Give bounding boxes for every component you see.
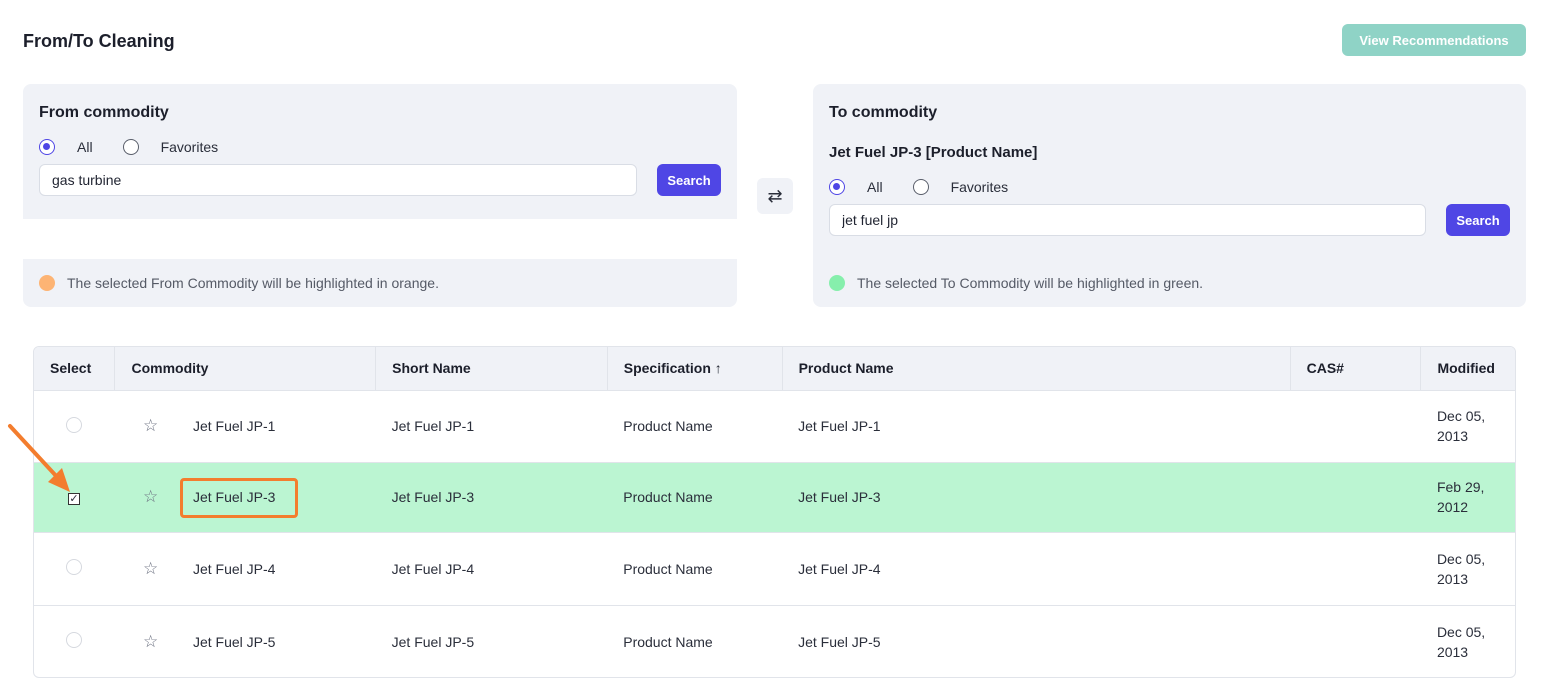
modified-cell: Feb 29, 2012 <box>1420 462 1515 533</box>
table-row[interactable]: ☆ Jet Fuel JP-5 Jet Fuel JP-5 Product Nam… <box>34 605 1515 677</box>
view-recommendations-button[interactable]: View Recommendations <box>1342 24 1526 56</box>
row-select-radio[interactable] <box>66 416 82 433</box>
cas-cell <box>1290 462 1421 533</box>
from-commodity-panel: From commodity All Favorites Search <box>23 84 737 219</box>
star-icon[interactable]: ☆ <box>143 559 167 579</box>
short-name-cell: Jet Fuel JP-5 <box>391 633 475 650</box>
to-search-button[interactable]: Search <box>1446 204 1510 236</box>
from-radio-all[interactable] <box>39 139 55 155</box>
cas-cell <box>1290 605 1421 677</box>
to-hint: The selected To Commodity will be highli… <box>829 275 1203 291</box>
specification-cell: Product Name <box>607 462 783 533</box>
to-commodity-panel: To commodity Jet Fuel JP-3 [Product Name… <box>813 84 1526 307</box>
column-header-commodity[interactable]: Commodity <box>114 347 377 391</box>
row-select-radio[interactable] <box>66 632 82 649</box>
orange-dot-icon <box>39 275 55 291</box>
from-radio-favorites-label: Favorites <box>160 139 219 155</box>
to-hint-text: The selected To Commodity will be highli… <box>857 275 1204 291</box>
column-header-short-name[interactable]: Short Name <box>375 347 608 391</box>
from-radio-all-label: All <box>77 139 93 155</box>
column-header-select: Select <box>34 347 116 391</box>
from-hint-text: The selected From Commodity will be high… <box>67 275 439 291</box>
row-select-checkbox[interactable]: ✓ <box>68 493 80 505</box>
modified-cell: Dec 05, 2013 <box>1420 390 1515 463</box>
to-selected-commodity: Jet Fuel JP-3 [Product Name] <box>829 144 1038 161</box>
to-radio-all-label: All <box>867 179 883 195</box>
table-row[interactable]: ☆ Jet Fuel JP-1 Jet Fuel JP-1 Product Nam… <box>34 390 1515 463</box>
to-radio-favorites[interactable] <box>912 179 929 195</box>
to-search-input[interactable] <box>829 204 1426 236</box>
modified-cell: Dec 05, 2013 <box>1420 532 1515 606</box>
page-title: From/To Cleaning <box>23 31 175 51</box>
star-icon[interactable]: ☆ <box>143 487 167 507</box>
from-filter-radio-group: All Favorites <box>39 139 248 155</box>
commodity-name: Jet Fuel JP-1 <box>192 418 276 434</box>
row-select-radio[interactable] <box>66 559 82 575</box>
star-icon[interactable]: ☆ <box>143 632 167 652</box>
product-name-cell: Jet Fuel JP-5 <box>798 633 881 650</box>
from-commodity-heading: From commodity <box>39 104 169 121</box>
column-header-specification[interactable]: Specification ↑ <box>607 347 783 391</box>
column-header-cas[interactable]: CAS# <box>1290 347 1422 391</box>
short-name-cell: Jet Fuel JP-4 <box>375 532 608 606</box>
modified-cell: Dec 05, 2013 <box>1436 623 1486 660</box>
short-name-cell: Jet Fuel JP-1 <box>375 390 608 463</box>
product-name-cell: Jet Fuel JP-4 <box>782 532 1291 606</box>
commodity-name: Jet Fuel JP-4 <box>192 560 276 577</box>
star-icon[interactable]: ☆ <box>143 416 167 436</box>
from-hint: The selected From Commodity will be high… <box>39 275 439 291</box>
to-commodity-heading: To commodity <box>829 104 938 121</box>
column-header-modified[interactable]: Modified <box>1420 347 1515 391</box>
cas-cell <box>1290 532 1421 606</box>
specification-cell: Product Name <box>607 390 783 463</box>
green-dot-icon <box>829 275 845 291</box>
commodity-name: Jet Fuel JP-3 <box>192 489 276 505</box>
table-header-row: Select Commodity Short Name Specificatio… <box>34 347 1515 391</box>
commodity-name: Jet Fuel JP-5 <box>192 633 276 650</box>
cas-cell <box>1290 390 1421 463</box>
product-name-cell: Jet Fuel JP-3 <box>782 462 1291 533</box>
product-name-cell: Jet Fuel JP-1 <box>782 390 1291 463</box>
commodity-table: Select Commodity Short Name Specificatio… <box>33 346 1516 678</box>
to-radio-all[interactable] <box>829 179 845 195</box>
swap-arrows-icon[interactable]: ⇄ <box>757 178 793 214</box>
from-radio-favorites[interactable] <box>122 139 139 155</box>
from-search-button[interactable]: Search <box>657 164 721 196</box>
to-radio-favorites-label: Favorites <box>950 179 1009 195</box>
column-header-product-name[interactable]: Product Name <box>782 347 1291 391</box>
from-hint-panel: The selected From Commodity will be high… <box>23 259 737 307</box>
specification-cell: Product Name <box>607 532 783 606</box>
to-filter-radio-group: All Favorites <box>829 179 1038 195</box>
short-name-cell: Jet Fuel JP-3 <box>375 462 608 533</box>
from-search-input[interactable] <box>39 164 637 196</box>
table-row[interactable]: ☆ Jet Fuel JP-4 Jet Fuel JP-4 Product Nam… <box>34 532 1515 606</box>
specification-cell: Product Name <box>623 633 713 650</box>
table-row-selected[interactable]: ✓ ☆ Jet Fuel JP-3 Jet Fuel JP-3 Product N… <box>34 462 1515 533</box>
